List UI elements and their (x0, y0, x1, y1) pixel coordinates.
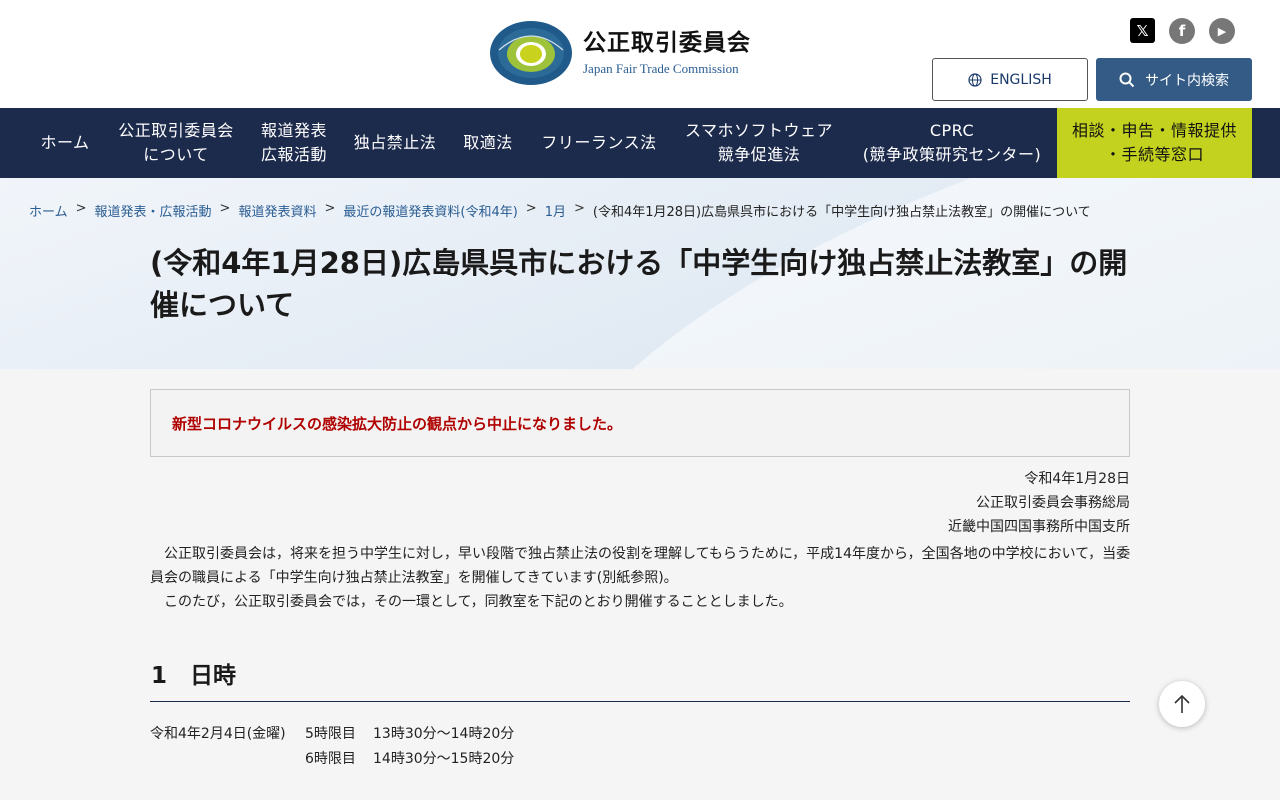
release-office: 公正取引委員会事務総局 (976, 495, 1130, 511)
page-hero: ホーム > 報道発表・広報活動 > 報道発表資料 > 最近の報道発表資料(令和4… (0, 178, 1280, 369)
schedule-time: 14時30分～15時20分 (373, 751, 515, 767)
logo-subtitle: Japan Fair Trade Commission (583, 61, 739, 76)
breadcrumb-current: (令和4年1月28日)広島県呉市における「中学生向け独占禁止法教室」の開催につい… (592, 205, 1091, 220)
breadcrumb-separator: > (525, 201, 537, 216)
logo-title: 公正取引委員会 (583, 30, 751, 56)
facebook-icon[interactable]: f (1169, 18, 1195, 44)
jftc-emblem-icon (490, 21, 572, 85)
nav-home[interactable]: ホーム (28, 108, 102, 178)
cancellation-notice: 新型コロナウイルスの感染拡大防止の観点から中止になりました。 (150, 389, 1130, 457)
search-icon (1119, 72, 1135, 87)
english-button[interactable]: ENGLISH (932, 58, 1088, 101)
english-label: ENGLISH (990, 71, 1052, 88)
nav-about[interactable]: 公正取引委員会 について (110, 108, 242, 178)
schedule-date: 令和4年2月4日(金曜) (150, 726, 286, 742)
release-date: 令和4年1月28日 (1024, 471, 1130, 487)
breadcrumb-home[interactable]: ホーム (29, 201, 68, 220)
breadcrumb-separator: > (573, 201, 585, 216)
schedule: 令和4年2月4日(金曜) 5時限目 13時30分～14時20分 6時限目 14時… (150, 722, 514, 772)
body-paragraph: 公正取引委員会は，将来を担う中学生に対し，早い段階で独占禁止法の役割を理解しても… (150, 546, 1131, 586)
nav-consultation[interactable]: 相談・申告・情報提供 ・手続等窓口 (1057, 108, 1252, 178)
x-icon[interactable]: 𝕏 (1130, 18, 1155, 43)
breadcrumb: ホーム > 報道発表・広報活動 > 報道発表資料 > 最近の報道発表資料(令和4… (29, 201, 1091, 220)
nav-press[interactable]: 報道発表 広報活動 (250, 108, 338, 178)
schedule-date-blank (150, 747, 305, 772)
breadcrumb-separator: > (219, 201, 231, 216)
nav-cprc[interactable]: CPRC (競争政策研究センター) (852, 108, 1052, 178)
schedule-row: 6時限目 14時30分～15時20分 (150, 747, 514, 772)
section-heading-datetime: 1 日時 (150, 656, 1130, 702)
back-to-top-button[interactable] (1159, 681, 1205, 727)
nav-antimonopoly[interactable]: 独占禁止法 (346, 108, 444, 178)
breadcrumb-press-materials[interactable]: 報道発表資料 (238, 201, 316, 220)
breadcrumb-press[interactable]: 報道発表・広報活動 (95, 201, 212, 220)
global-nav: ホーム 公正取引委員会 について 報道発表 広報活動 独占禁止法 取適法 フリー… (0, 108, 1280, 178)
schedule-period: 6時限目 (305, 751, 356, 767)
site-logo[interactable]: 公正取引委員会 Japan Fair Trade Commission (489, 20, 751, 86)
sns-links: 𝕏 f ▶ (1130, 18, 1235, 44)
body-paragraph: このたび，公正取引委員会では，その一環として，同教室を下記のとおり開催することと… (150, 594, 793, 610)
youtube-icon[interactable]: ▶ (1209, 18, 1235, 44)
breadcrumb-january[interactable]: 1月 (545, 201, 566, 220)
nav-smartphone[interactable]: スマホソフトウェア 競争促進法 (674, 108, 844, 178)
nav-freelance[interactable]: フリーランス法 (532, 108, 666, 178)
breadcrumb-recent-r4[interactable]: 最近の報道発表資料(令和4年) (343, 201, 517, 220)
breadcrumb-separator: > (75, 201, 87, 216)
release-branch: 近畿中国四国事務所中国支所 (948, 519, 1130, 535)
schedule-row: 令和4年2月4日(金曜) 5時限目 13時30分～14時20分 (150, 722, 514, 747)
release-meta: 令和4年1月28日 公正取引委員会事務総局 近畿中国四国事務所中国支所 (948, 467, 1130, 539)
page-title: (令和4年1月28日)広島県呉市における「中学生向け独占禁止法教室」の開催につい… (150, 246, 1128, 322)
body-text: 公正取引委員会は，将来を担う中学生に対し，早い段階で独占禁止法の役割を理解しても… (150, 542, 1135, 614)
search-label: サイト内検索 (1145, 72, 1229, 89)
site-search-button[interactable]: サイト内検索 (1096, 58, 1252, 101)
nav-torihiki[interactable]: 取適法 (452, 108, 524, 178)
site-header: 公正取引委員会 Japan Fair Trade Commission 𝕏 f … (0, 0, 1280, 108)
arrow-up-icon (1174, 694, 1190, 713)
breadcrumb-separator: > (324, 201, 336, 216)
globe-icon (968, 72, 982, 87)
schedule-period: 5時限目 (305, 726, 356, 742)
schedule-time: 13時30分～14時20分 (373, 726, 515, 742)
